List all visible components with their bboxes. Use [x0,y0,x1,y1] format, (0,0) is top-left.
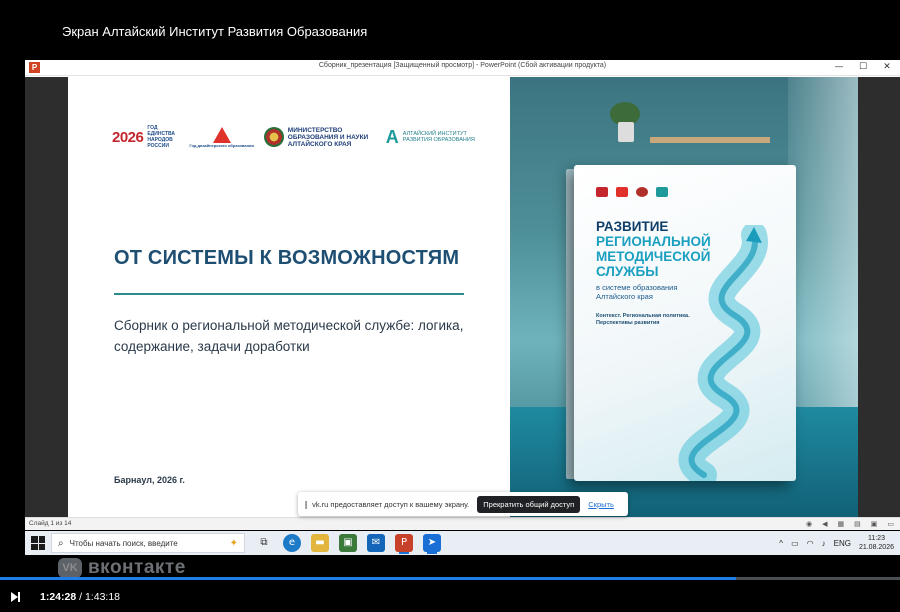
institute-name: АЛТАЙСКИЙ ИНСТИТУТ РАЗВИТИЯ ОБРАЗОВАНИЯ [402,130,475,144]
video-progress-fill [0,577,737,580]
tray-chevron-icon[interactable]: ^ [779,539,783,548]
book-logo-icon [656,187,668,197]
ministry-logo: МИНИСТЕРСТВО ОБРАЗОВАНИЯ И НАУКИ АЛТАЙСК… [263,126,376,148]
vk-messenger-icon[interactable]: ➤ [423,534,441,554]
slide-left-panel: 2026 ГОД ЕДИНСТВА НАРОДОВ РОССИИ Год диз… [68,77,510,517]
ministry-name: МИНИСТЕРСТВО ОБРАЗОВАНИЯ И НАУКИ АЛТАЙСК… [287,126,369,148]
mail-icon[interactable]: ✉ [367,534,385,552]
window-title: Сборник_презентация [Защищенный просмотр… [318,62,607,69]
powerpoint-taskbar-icon[interactable]: P [395,534,413,554]
book-photo: РАЗВИТИЕ РЕГИОНАЛЬНОЙ МЕТОДИЧЕСКОЙ СЛУЖБ… [510,77,858,517]
duration: 1:43:18 [84,591,121,603]
slide-sorter-icon[interactable]: ▦ [838,520,845,528]
sparkle-icon: ✦ [229,537,238,549]
normal-view-icon[interactable]: ▣ [871,520,878,528]
maximize-button[interactable]: ☐ [852,61,874,74]
book-cover: РАЗВИТИЕ РЕГИОНАЛЬНОЙ МЕТОДИЧЕСКОЙ СЛУЖБ… [574,165,796,481]
year-logo-number: 2026 [112,128,144,146]
notes-tray-icon[interactable]: ▭ [791,539,799,548]
status-controls: ◉ ◀ ▦ ▤ ▣ ▭ [806,520,894,528]
logo-row: 2026 ГОД ЕДИНСТВА НАРОДОВ РОССИИ Год диз… [112,125,495,149]
minimize-button[interactable]: — [828,61,850,74]
prev-slide-icon[interactable]: ◀ [822,520,827,528]
institute-logo: A АЛТАЙСКИЙ ИНСТИТУТ РАЗВИТИЯ ОБРАЗОВАНИ… [386,127,495,148]
notes-icon[interactable]: ◉ [806,520,812,528]
book-logo-row [596,187,668,197]
year-of-unity-logo: 2026 ГОД ЕДИНСТВА НАРОДОВ РОССИИ [112,125,179,149]
screen: Экран Алтайский Институт Развития Образо… [0,0,900,612]
windows-start-icon[interactable] [31,536,45,550]
book-title: РАЗВИТИЕ РЕГИОНАЛЬНОЙ МЕТОДИЧЕСКОЙ СЛУЖБ… [596,219,776,279]
clock[interactable]: 11:23 21.08.2026 [859,534,894,552]
taskbar-search[interactable]: ⌕ Чтобы начать поиск, введите ✦ [51,533,245,553]
vk-watermark-text: вконтакте [88,557,186,578]
pedagogy-year-logo: Год дизайнерского образования [189,126,254,148]
book-title-line: РАЗВИТИЕ [596,219,669,234]
year-logo-caption: ГОД ЕДИНСТВА НАРОДОВ РОССИИ [147,125,175,149]
window-titlebar: P Сборник_презентация [Защищенный просмо… [25,60,900,76]
coat-of-arms-icon [263,127,284,147]
pedagogy-logo-caption: Год дизайнерского образования [189,142,254,148]
book-logo-icon [636,187,648,197]
shelf-image [650,137,770,143]
book-logo-icon [616,187,628,197]
reading-view-icon[interactable]: ▤ [854,520,861,528]
store-icon[interactable]: ▣ [339,534,357,552]
status-bar: Слайд 1 из 14 ◉ ◀ ▦ ▤ ▣ ▭ [25,517,900,530]
book-logo-icon [596,187,608,197]
volume-icon[interactable]: ♪ [822,539,826,548]
search-icon: ⌕ [58,537,64,549]
triangle-logo-icon [212,126,231,143]
stream-title: Экран Алтайский Институт Развития Образо… [62,24,368,39]
language-indicator[interactable]: ENG [834,539,851,548]
search-placeholder: Чтобы начать поиск, введите [69,538,178,548]
task-view-icon[interactable]: ⧉ [255,534,273,552]
book-title-line: СЛУЖБЫ [596,264,659,279]
file-explorer-icon[interactable]: ▬ [311,534,329,552]
video-progress-bar[interactable] [0,577,900,580]
current-time: 1:24:28 [40,591,77,603]
plant-pot-image [618,122,634,142]
slide-counter: Слайд 1 из 14 [29,520,72,527]
drag-handle-icon[interactable]: ||| [304,500,308,509]
title-divider [114,293,464,295]
slide[interactable]: 2026 ГОД ЕДИНСТВА НАРОДОВ РОССИИ Год диз… [68,77,858,517]
slide-subtitle: Сборник о региональной методической служ… [114,318,464,354]
book-title-line: РЕГИОНАЛЬНОЙ [596,234,711,249]
stop-sharing-button[interactable]: Прекратить общий доступ [477,495,581,513]
book-context: Контекст. Региональная политика. Перспек… [596,313,690,326]
hide-link[interactable]: Скрыть [588,500,614,509]
play-skip-bar-icon[interactable] [18,592,20,602]
system-tray: ^ ▭ ◠ ♪ ENG 11:23 21.08.2026 [779,534,894,552]
clock-time: 11:23 [867,535,885,542]
vk-logo-icon: VK [58,558,82,578]
share-message: vk.ru предоставляет доступ к вашему экра… [312,499,470,509]
institute-mark-icon: A [385,126,399,147]
close-button[interactable]: ✕ [876,61,898,74]
powerpoint-window: P Сборник_презентация [Защищенный просмо… [25,60,900,530]
slide-title: ОТ СИСТЕМЫ К ВОЗМОЖНОСТЯМ [114,247,460,269]
slideshow-icon[interactable]: ▭ [887,520,894,528]
vk-watermark: VK вконтакте [58,557,186,579]
book-subtitle: в системе образования Алтайского края [596,283,678,301]
book-title-line: МЕТОДИЧЕСКОЙ [596,249,711,264]
screen-share-notification: ||| vk.ru предоставляет доступ к вашему … [298,492,628,516]
time-readout: 1:24:28 / 1:43:18 [40,591,120,603]
slideshow-area: 2026 ГОД ЕДИНСТВА НАРОДОВ РОССИИ Год диз… [25,77,900,517]
taskbar: ⌕ Чтобы начать поиск, введите ✦ ⧉ e ▬ ▣ … [25,531,900,555]
wifi-icon[interactable]: ◠ [807,539,814,548]
edge-icon[interactable]: e [283,534,301,552]
clock-date: 21.08.2026 [858,544,894,551]
play-icon[interactable] [11,592,18,602]
city-year: Барнаул, 2026 г. [114,475,185,485]
time-separator: / [76,591,85,603]
